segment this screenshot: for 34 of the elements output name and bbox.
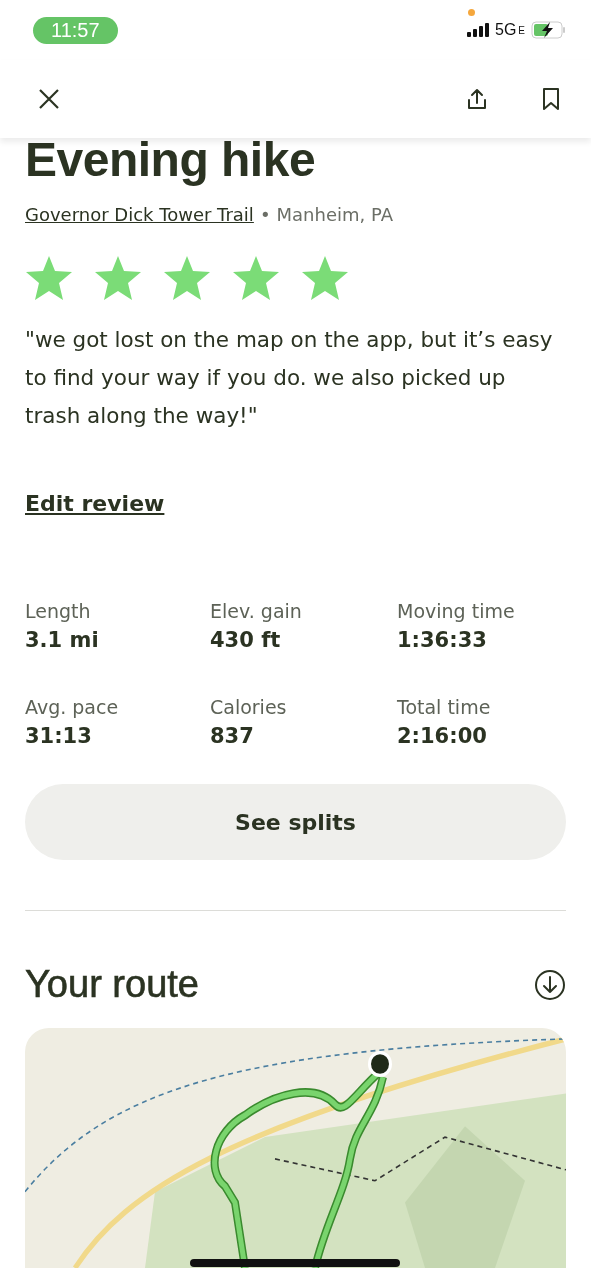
- separator: •: [259, 204, 271, 225]
- stat-value: 3.1 mi: [25, 628, 100, 652]
- stat-label: Length: [25, 600, 92, 622]
- close-icon[interactable]: [38, 88, 60, 110]
- status-time: 11:57: [33, 16, 118, 44]
- network-suffix: E: [518, 24, 525, 36]
- stat-value: 31:13: [25, 724, 93, 748]
- star-icon: [232, 255, 280, 301]
- review-text: "we got lost on the map on the app, but it’s easy to find your way if you do. we also picked up trash along the way!": [25, 326, 554, 430]
- star-icon: [25, 255, 73, 301]
- edit-review-link[interactable]: Edit review: [25, 491, 165, 516]
- stat-label: Avg. pace: [25, 696, 120, 718]
- share-icon[interactable]: [465, 87, 489, 111]
- stat-label: Calories: [210, 696, 288, 718]
- stat-label: Elev. gain: [210, 600, 303, 622]
- stat-label: Total time: [397, 696, 492, 718]
- trail-link[interactable]: Governor Dick Tower Trail: [25, 204, 254, 225]
- stat-label: Moving time: [397, 600, 516, 622]
- location-text: Manheim, PA: [276, 204, 393, 225]
- stat-value: 837: [210, 724, 255, 748]
- activity-title: Evening hike: [25, 132, 317, 188]
- privacy-dot-icon: [468, 9, 475, 16]
- stat-value: 2:16:00: [397, 724, 488, 748]
- download-icon[interactable]: [534, 968, 566, 1001]
- section-title: Your route: [25, 963, 199, 1006]
- see-splits-button[interactable]: See splits: [25, 784, 566, 860]
- stat-value: 1:36:33: [397, 628, 488, 652]
- star-icon: [163, 255, 211, 301]
- network-label: 5G: [495, 21, 517, 39]
- star-icon: [301, 255, 349, 301]
- bookmark-icon[interactable]: [541, 87, 561, 111]
- star-icon: [94, 255, 142, 301]
- battery-icon: [531, 21, 567, 39]
- stat-value: 430 ft: [210, 628, 282, 652]
